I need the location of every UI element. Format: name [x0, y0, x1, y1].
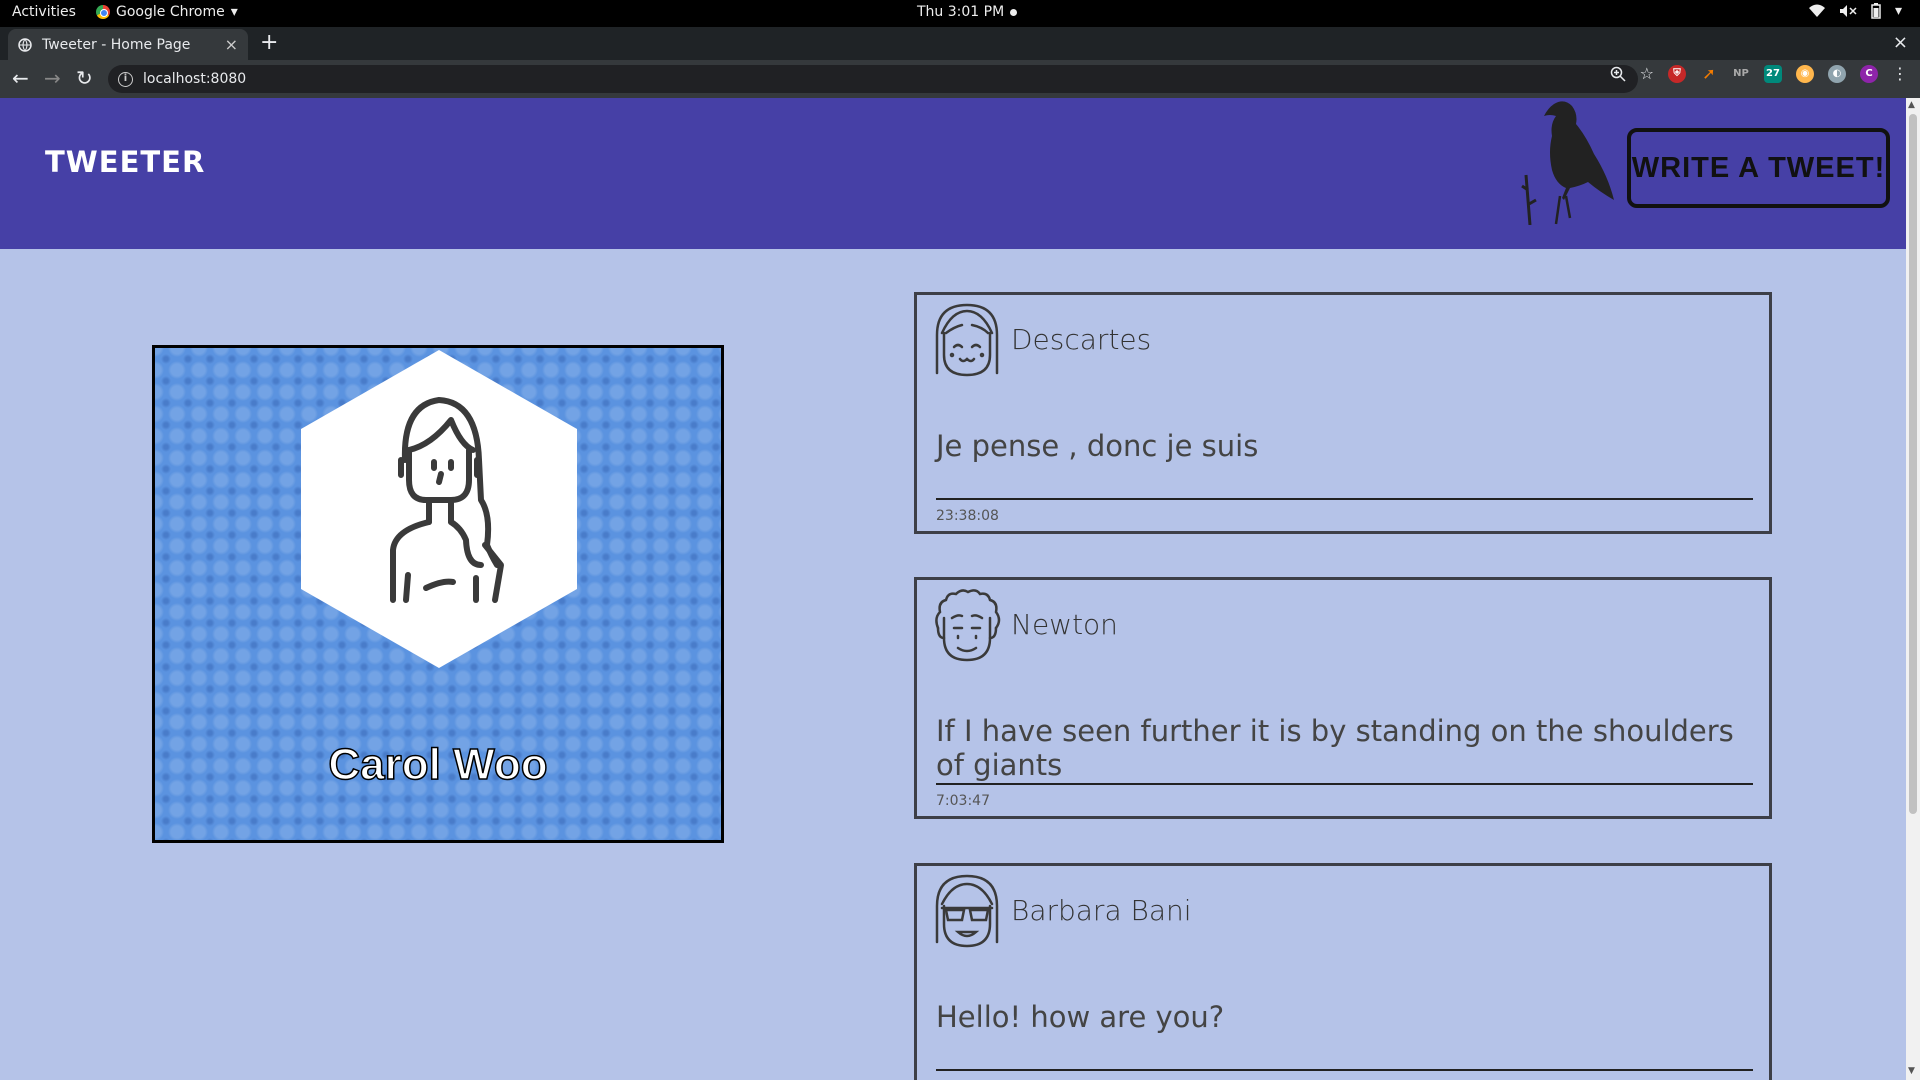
tab-title: Tweeter - Home Page — [42, 36, 191, 53]
activities-button[interactable]: Activities — [12, 4, 76, 20]
tweet-divider — [936, 783, 1753, 785]
profile-name: Carol Woo — [328, 739, 549, 790]
tweet-text: Je pense , donc je suis — [936, 429, 1259, 463]
toolbar-actions: ☆ ⛨ ➚ NP 27 ◉ ◐ C ⋮ — [1610, 64, 1908, 83]
tweet-card: Descartes Je pense , donc je suis 23:38:… — [914, 292, 1772, 534]
system-tray[interactable]: ▾ — [1808, 3, 1902, 19]
profile-avatar-icon[interactable]: C — [1860, 64, 1878, 83]
descartes-avatar-icon — [935, 303, 999, 377]
np-extension-icon[interactable]: NP — [1732, 65, 1750, 83]
barbara-avatar-icon — [935, 874, 999, 948]
chrome-icon — [96, 5, 110, 19]
scroll-down-icon[interactable]: ▼ — [1908, 1066, 1915, 1076]
tweet-divider — [936, 498, 1753, 500]
owl-extension-icon[interactable]: ◉ — [1796, 64, 1814, 83]
battery-icon — [1871, 3, 1881, 19]
reload-icon[interactable]: ↻ — [76, 67, 93, 89]
browser-toolbar: ← → ↻ i localhost:8080 ☆ ⛨ ➚ NP 27 ◉ ◐ C… — [0, 60, 1920, 98]
tweet-author[interactable]: Barbara Bani — [1011, 894, 1192, 927]
tweet-author[interactable]: Newton — [1011, 608, 1118, 641]
brand-logo-text[interactable]: TWEETER — [45, 145, 205, 179]
new-tab-button[interactable]: + — [260, 32, 278, 54]
write-tweet-button[interactable]: WRITE A TWEET! — [1627, 128, 1890, 208]
window-close-button[interactable]: × — [1893, 32, 1908, 53]
tab-close-icon[interactable]: × — [225, 35, 238, 54]
app-header: TWEETER WRITE A TWEET! — [0, 98, 1906, 249]
kebab-menu-icon[interactable]: ⋮ — [1892, 64, 1908, 83]
tweet-text: If I have seen further it is by standing… — [936, 714, 1734, 782]
tab-tweeter-home[interactable]: Tweeter - Home Page × — [8, 29, 248, 60]
tweet-card: Newton If I have seen further it is by s… — [914, 577, 1772, 819]
chevron-down-icon: ▾ — [230, 4, 238, 20]
wifi-icon — [1808, 4, 1825, 17]
woman-avatar-icon — [301, 350, 577, 668]
bookmark-star-icon[interactable]: ☆ — [1640, 64, 1654, 83]
page-scrollbar[interactable]: ▲ ▼ — [1906, 98, 1920, 1080]
arrow-extension-icon[interactable]: ➚ — [1700, 64, 1718, 83]
bird-icon — [1521, 101, 1614, 225]
globe-icon — [18, 37, 32, 52]
system-menu-chevron-icon: ▾ — [1894, 3, 1902, 19]
tab-strip: Tweeter - Home Page × + × — [0, 27, 1920, 60]
notification-dot-icon — [1010, 8, 1018, 16]
info-icon[interactable]: i — [118, 71, 133, 87]
scroll-up-icon[interactable]: ▲ — [1908, 100, 1915, 110]
zoom-icon[interactable] — [1610, 66, 1626, 82]
tweet-card: Barbara Bani Hello! how are you? — [914, 863, 1772, 1080]
shield-extension-icon[interactable]: ⛨ — [1668, 64, 1686, 83]
newton-avatar-icon — [935, 589, 1001, 662]
app-menu[interactable]: Google Chrome ▾ — [96, 4, 238, 20]
clock[interactable]: Thu 3:01 PM — [917, 4, 1018, 20]
back-arrow-icon[interactable]: ← — [12, 67, 29, 89]
tweet-author[interactable]: Descartes — [1011, 323, 1151, 356]
clock-text: Thu 3:01 PM — [917, 4, 1005, 20]
tweet-timestamp: 7:03:47 — [936, 793, 990, 809]
profile-card: Carol Woo — [152, 345, 724, 843]
forward-arrow-icon[interactable]: → — [44, 67, 61, 89]
tweet-divider — [936, 1069, 1753, 1071]
tweet-text: Hello! how are you? — [936, 1000, 1225, 1034]
url-text: localhost:8080 — [143, 71, 247, 87]
tweet-timestamp: 23:38:08 — [936, 508, 999, 524]
scrollbar-thumb[interactable] — [1909, 114, 1917, 814]
app-name: Google Chrome — [116, 4, 225, 20]
calendar-extension-icon[interactable]: 27 — [1764, 64, 1782, 83]
globe-extension-icon[interactable]: ◐ — [1828, 64, 1846, 83]
address-bar[interactable]: i localhost:8080 — [108, 65, 1638, 93]
volume-muted-icon — [1839, 5, 1857, 17]
os-top-bar: Activities Google Chrome ▾ Thu 3:01 PM ▾ — [0, 0, 1920, 27]
